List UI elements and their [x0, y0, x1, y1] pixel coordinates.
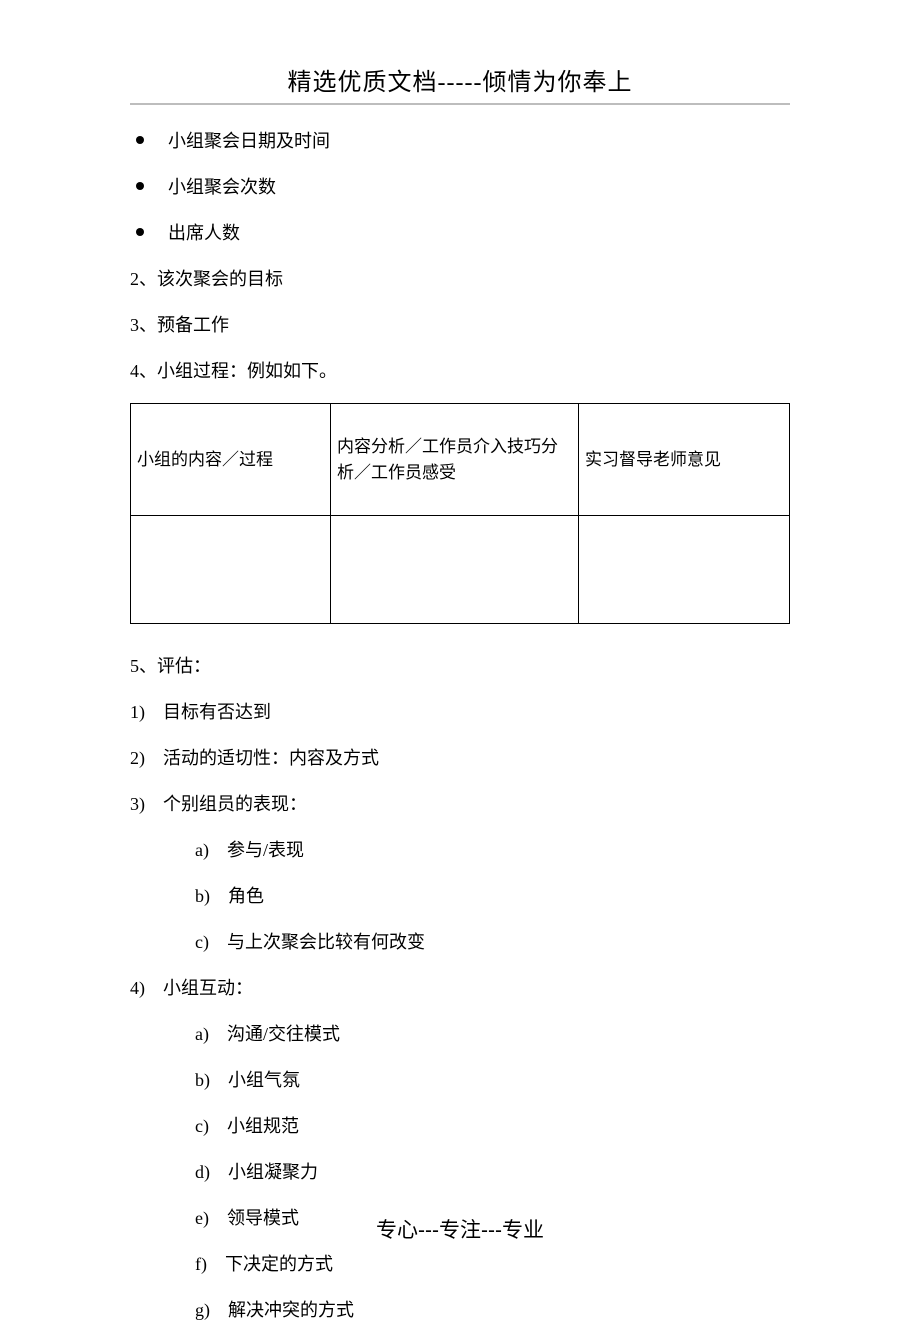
- table-cell: [331, 516, 579, 624]
- sub-item-4f: f) 下决定的方式: [195, 1250, 790, 1276]
- list-item: 出席人数: [136, 219, 790, 245]
- footer-dash: ---: [418, 1219, 439, 1242]
- numbered-item-2: 2、该次聚会的目标: [130, 265, 790, 291]
- sub-item-3c: c) 与上次聚会比较有何改变: [195, 928, 790, 954]
- footer-text: 专心: [376, 1218, 418, 1242]
- table-row: [131, 516, 790, 624]
- sub-item-3a: a) 参与/表现: [195, 836, 790, 862]
- eval-item-3: 3) 个别组员的表现：: [130, 790, 790, 816]
- sub-item-4a: a) 沟通/交往模式: [195, 1020, 790, 1046]
- eval-item-2: 2) 活动的适切性：内容及方式: [130, 744, 790, 770]
- list-item: 小组聚会次数: [136, 173, 790, 199]
- bullet-text: 小组聚会次数: [168, 173, 276, 199]
- sub-item-4c: c) 小组规范: [195, 1112, 790, 1138]
- numbered-item-4: 4、小组过程：例如如下。: [130, 357, 790, 383]
- bullet-icon: [136, 136, 144, 144]
- header-divider: [130, 103, 790, 105]
- numbered-item-5: 5、评估：: [130, 652, 790, 678]
- footer-text: 专注: [439, 1218, 481, 1242]
- eval-item-1: 1) 目标有否达到: [130, 698, 790, 724]
- page-footer: 专心---专注---专业: [0, 1214, 920, 1244]
- footer-dash: ---: [481, 1219, 502, 1242]
- table-cell: [579, 516, 790, 624]
- process-table: 小组的内容／过程 内容分析／工作员介入技巧分析／工作员感受 实习督导老师意见: [130, 403, 790, 624]
- bullet-text: 出席人数: [168, 219, 240, 245]
- document-body: 小组聚会日期及时间 小组聚会次数 出席人数 2、该次聚会的目标 3、预备工作 4…: [130, 127, 790, 1322]
- sub-item-4b: b) 小组气氛: [195, 1066, 790, 1092]
- bullet-icon: [136, 228, 144, 236]
- sub-item-4d: d) 小组凝聚力: [195, 1158, 790, 1184]
- table-row: 小组的内容／过程 内容分析／工作员介入技巧分析／工作员感受 实习督导老师意见: [131, 404, 790, 516]
- numbered-item-3: 3、预备工作: [130, 311, 790, 337]
- bullet-text: 小组聚会日期及时间: [168, 127, 330, 153]
- table-cell: 内容分析／工作员介入技巧分析／工作员感受: [331, 404, 579, 516]
- sub-item-4g: g) 解决冲突的方式: [195, 1296, 790, 1322]
- table-cell: 实习督导老师意见: [579, 404, 790, 516]
- bullet-icon: [136, 182, 144, 190]
- page-header: 精选优质文档-----倾情为你奉上: [0, 0, 920, 97]
- sub-item-3b: b) 角色: [195, 882, 790, 908]
- list-item: 小组聚会日期及时间: [136, 127, 790, 153]
- eval-item-4: 4) 小组互动：: [130, 974, 790, 1000]
- table-cell: [131, 516, 331, 624]
- table-cell: 小组的内容／过程: [131, 404, 331, 516]
- footer-text: 专业: [502, 1218, 544, 1242]
